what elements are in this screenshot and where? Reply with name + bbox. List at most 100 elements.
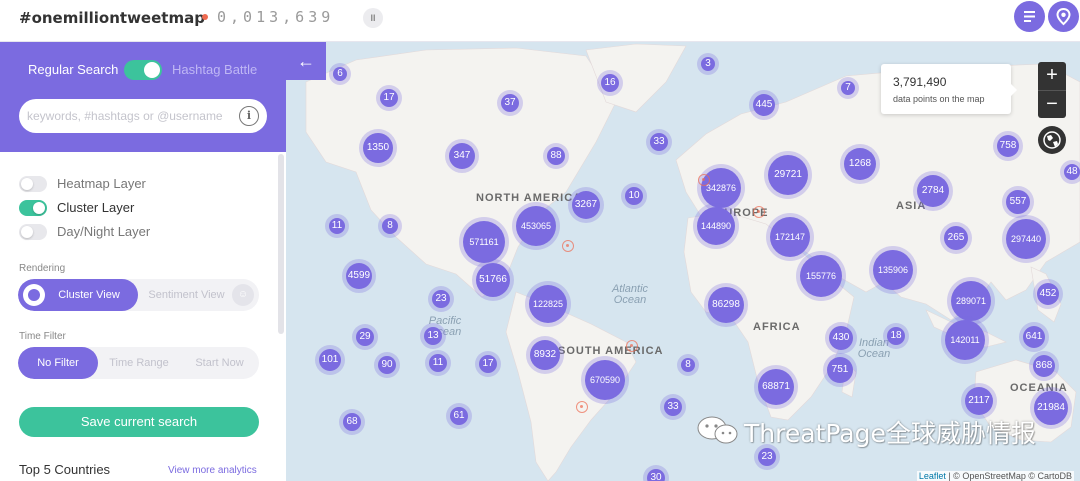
cluster-marker[interactable]: 33: [664, 398, 682, 416]
globe-button[interactable]: [1038, 126, 1066, 154]
search-box: i: [19, 99, 267, 133]
heatmap-layer-toggle[interactable]: Heatmap Layer: [19, 175, 219, 193]
cluster-marker[interactable]: 445: [753, 94, 775, 116]
cluster-marker[interactable]: 11: [329, 218, 345, 234]
cluster-view-option[interactable]: Cluster View: [18, 279, 138, 311]
zoom-out-button[interactable]: −: [1038, 90, 1066, 118]
cluster-marker[interactable]: 51766: [476, 263, 510, 297]
leaflet-link[interactable]: Leaflet: [919, 471, 946, 481]
toggle-switch[interactable]: [19, 200, 47, 216]
location-button[interactable]: [1048, 1, 1079, 32]
cluster-marker[interactable]: 758: [997, 135, 1019, 157]
cluster-marker[interactable]: 37: [501, 94, 519, 112]
cluster-marker[interactable]: 135906: [873, 250, 913, 290]
cluster-marker[interactable]: 868: [1033, 355, 1055, 377]
cluster-marker[interactable]: 23: [432, 290, 450, 308]
cluster-marker[interactable]: 641: [1023, 326, 1045, 348]
cluster-marker[interactable]: 452: [1037, 283, 1059, 305]
cluster-marker[interactable]: 122825: [529, 285, 567, 323]
cluster-marker[interactable]: 1268: [844, 148, 876, 180]
cluster-marker[interactable]: 265: [944, 226, 968, 250]
cluster-marker[interactable]: 18: [887, 327, 905, 345]
cluster-marker[interactable]: 3: [701, 57, 715, 71]
cluster-marker[interactable]: 4599: [346, 263, 372, 289]
collapse-sidebar-button[interactable]: ←: [286, 42, 326, 80]
cluster-marker[interactable]: 453065: [516, 206, 556, 246]
cluster-marker[interactable]: 48: [1064, 164, 1080, 180]
mode-toggle[interactable]: [124, 60, 162, 80]
cluster-marker[interactable]: 30: [647, 469, 665, 481]
cluster-marker[interactable]: 155776: [800, 255, 842, 297]
cluster-marker[interactable]: 10: [625, 187, 643, 205]
start-now-option[interactable]: Start Now: [180, 347, 259, 379]
day-night-layer-toggle[interactable]: Day/Night Layer: [19, 223, 219, 241]
cluster-marker[interactable]: 23: [758, 448, 776, 466]
cluster-marker[interactable]: 8932: [530, 340, 560, 370]
cluster-marker[interactable]: 142011: [945, 320, 985, 360]
no-filter-option[interactable]: No Filter: [18, 347, 98, 379]
cluster-marker[interactable]: 557: [1006, 190, 1030, 214]
cluster-marker[interactable]: 61: [450, 407, 468, 425]
zoom-in-button[interactable]: +: [1038, 62, 1066, 90]
cluster-marker[interactable]: 33: [650, 133, 668, 151]
cluster-marker[interactable]: 29721: [768, 155, 808, 195]
cluster-marker[interactable]: 6: [333, 67, 347, 81]
cluster-marker[interactable]: 7: [841, 81, 855, 95]
cluster-marker[interactable]: 1350: [363, 133, 393, 163]
cluster-marker[interactable]: 21984: [1034, 391, 1068, 425]
cluster-marker[interactable]: 17: [380, 89, 398, 107]
event-marker[interactable]: [562, 240, 574, 252]
cluster-layer-toggle[interactable]: Cluster Layer: [19, 199, 219, 217]
cluster-marker[interactable]: 751: [827, 357, 853, 383]
info-icon[interactable]: i: [239, 106, 259, 126]
toggle-switch[interactable]: [19, 176, 47, 192]
sentiment-view-option[interactable]: Sentiment View ☺: [138, 279, 259, 311]
save-search-button[interactable]: Save current search: [19, 407, 259, 437]
toggle-switch[interactable]: [19, 224, 47, 240]
cluster-marker[interactable]: 289071: [951, 281, 991, 321]
cluster-marker[interactable]: 13: [424, 327, 442, 345]
cluster-marker[interactable]: 8: [382, 218, 398, 234]
cluster-marker[interactable]: 144890: [697, 207, 735, 245]
time-filter-label: Time Filter: [19, 331, 66, 342]
cluster-marker[interactable]: 670590: [585, 360, 625, 400]
world-map[interactable]: NORTH AMERICA SOUTH AMERICA EUROPE AFRIC…: [286, 42, 1080, 481]
rendering-selector: Cluster View Sentiment View ☺: [18, 279, 259, 311]
cluster-marker[interactable]: 101: [319, 349, 341, 371]
cluster-marker[interactable]: 2784: [917, 175, 949, 207]
cluster-marker[interactable]: 29: [356, 328, 374, 346]
search-input[interactable]: [27, 99, 239, 133]
event-marker[interactable]: [698, 174, 710, 186]
time-range-option[interactable]: Time Range: [98, 347, 180, 379]
pause-button[interactable]: II: [363, 8, 383, 28]
location-pin-icon: [1056, 7, 1071, 26]
cluster-marker[interactable]: 86298: [708, 287, 744, 323]
view-more-analytics-link[interactable]: View more analytics: [168, 465, 257, 476]
cluster-marker[interactable]: 90: [378, 356, 396, 374]
cluster-marker[interactable]: 347: [449, 143, 475, 169]
map-label-africa: AFRICA: [753, 321, 801, 333]
cluster-marker[interactable]: 88: [547, 147, 565, 165]
cluster-marker[interactable]: 2117: [965, 387, 993, 415]
cluster-marker[interactable]: 172147: [770, 217, 810, 257]
menu-button[interactable]: [1014, 1, 1045, 32]
cluster-marker[interactable]: 3267: [572, 191, 600, 219]
cluster-marker[interactable]: 68: [343, 413, 361, 431]
cluster-marker[interactable]: 8: [681, 358, 695, 372]
event-marker[interactable]: [626, 340, 638, 352]
cluster-marker[interactable]: 571161: [463, 221, 505, 263]
cluster-marker[interactable]: 297440: [1006, 219, 1046, 259]
map-label-north-america: NORTH AMERICA: [476, 192, 583, 204]
mode-hashtag-label[interactable]: Hashtag Battle: [172, 62, 257, 77]
cluster-marker[interactable]: 430: [829, 326, 853, 350]
cluster-marker[interactable]: 11: [429, 354, 447, 372]
event-marker[interactable]: [753, 206, 765, 218]
chat-bubble-logo-icon: [697, 416, 738, 444]
mode-regular-label[interactable]: Regular Search: [28, 62, 118, 77]
sidebar-scrollbar[interactable]: [278, 154, 284, 334]
layer-label: Cluster Layer: [57, 200, 135, 215]
event-marker[interactable]: [576, 401, 588, 413]
cluster-marker[interactable]: 16: [601, 74, 619, 92]
cluster-marker[interactable]: 68871: [758, 369, 794, 405]
cluster-marker[interactable]: 17: [479, 355, 497, 373]
